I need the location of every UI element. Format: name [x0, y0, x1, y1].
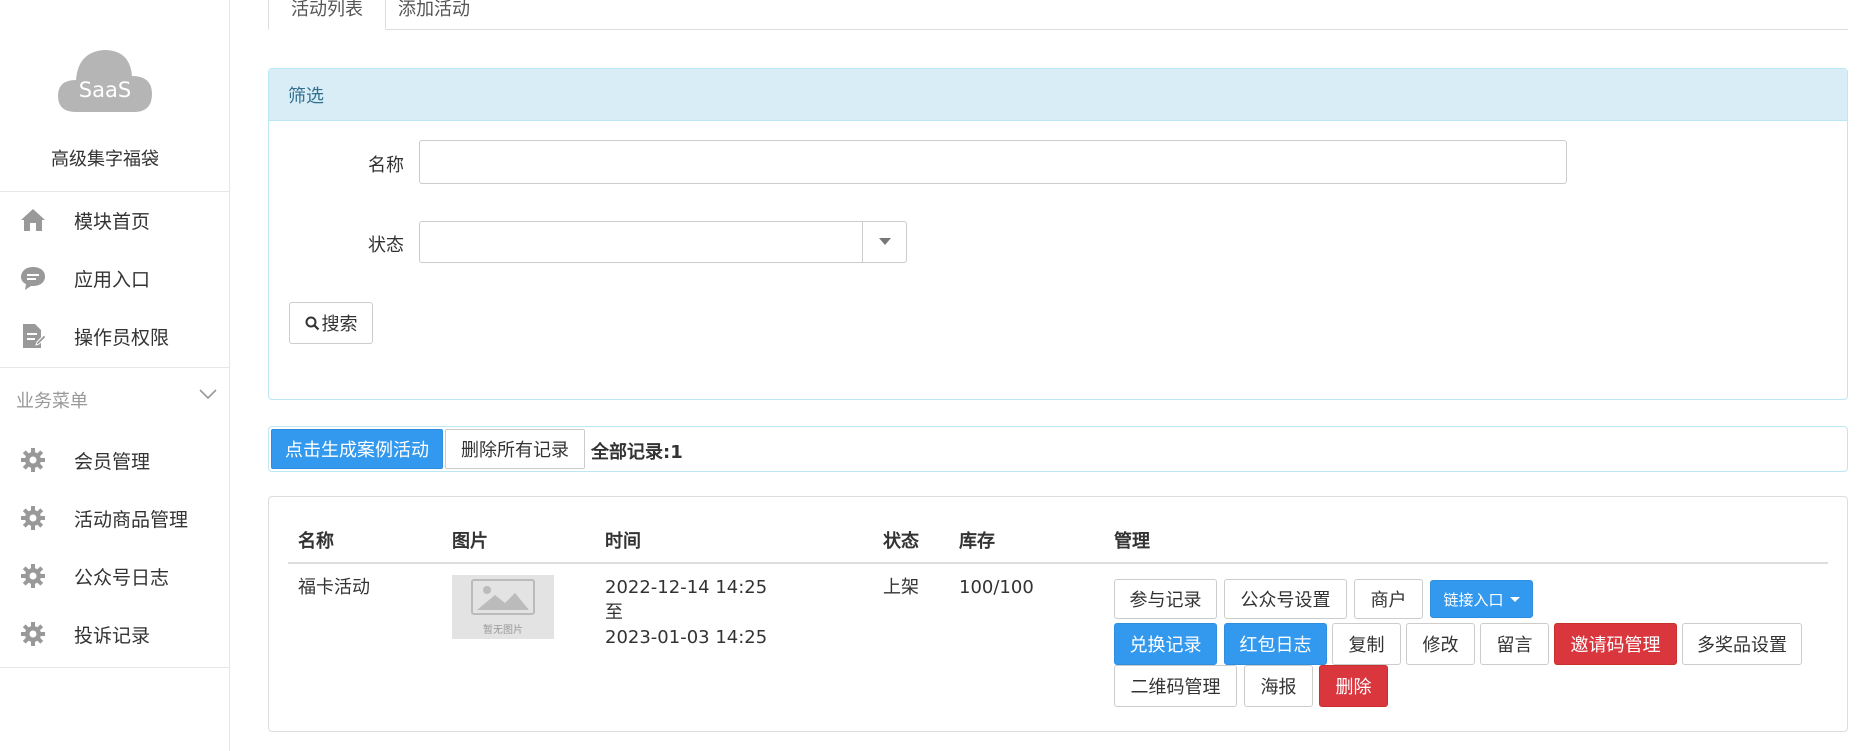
document-edit-icon — [16, 319, 50, 353]
sidebar-item-home[interactable]: 模块首页 — [0, 195, 230, 245]
link-entry-label: 链接入口 — [1443, 590, 1504, 609]
filter-panel: 筛选 名称 状态 搜索 — [268, 68, 1848, 400]
chat-bubble-icon — [16, 261, 50, 295]
main-content: 活动列表 添加活动 筛选 名称 状态 搜索 点击生成案例活动 删除所有记录 全部… — [268, 0, 1848, 751]
sidebar-divider — [0, 667, 230, 668]
sidebar-group-label: 业务菜单 — [16, 391, 88, 412]
sidebar-item-operator-permissions[interactable]: 操作员权限 — [0, 311, 230, 361]
invite-code-management-button[interactable]: 邀请码管理 — [1554, 623, 1677, 665]
tab-add-activity[interactable]: 添加活动 — [376, 0, 492, 30]
caret-down-icon — [862, 222, 906, 262]
row-stock: 100/100 — [959, 577, 1034, 598]
poster-button[interactable]: 海报 — [1244, 665, 1313, 707]
edit-button[interactable]: 修改 — [1406, 623, 1475, 665]
row-time: 2022-12-14 14:25 至 2023-01-03 14:25 — [605, 575, 767, 650]
redemption-records-button[interactable]: 兑换记录 — [1114, 623, 1217, 665]
link-entry-dropdown-button[interactable]: 链接入口 — [1430, 580, 1533, 618]
caret-down-icon — [1509, 596, 1520, 602]
tab-activity-list[interactable]: 活动列表 — [268, 0, 386, 30]
merchant-button[interactable]: 商户 — [1354, 579, 1423, 619]
tab-bar: 活动列表 添加活动 — [268, 0, 1848, 30]
chevron-down-icon — [198, 386, 218, 405]
home-icon — [16, 203, 50, 237]
image-placeholder-text: 暂无图片 — [483, 624, 523, 636]
status-select[interactable] — [419, 221, 907, 263]
sidebar-item-label: 模块首页 — [74, 210, 151, 233]
row-time-separator: 至 — [605, 602, 623, 623]
row-name: 福卡活动 — [298, 577, 370, 598]
row-image: 暂无图片 — [452, 575, 554, 639]
sidebar-item-label: 应用入口 — [74, 268, 151, 291]
row-status: 上架 — [883, 577, 919, 598]
column-header-manage: 管理 — [1114, 531, 1150, 552]
logo-text: SaaS — [78, 78, 132, 102]
name-input[interactable] — [419, 140, 1567, 184]
sidebar-divider — [0, 191, 230, 192]
gear-icon — [16, 559, 50, 593]
official-account-settings-button[interactable]: 公众号设置 — [1224, 579, 1347, 619]
gear-icon — [16, 501, 50, 535]
qr-code-management-button[interactable]: 二维码管理 — [1114, 665, 1237, 707]
search-icon — [305, 316, 320, 331]
column-header-image: 图片 — [452, 531, 488, 552]
multi-prize-settings-button[interactable]: 多奖品设置 — [1682, 623, 1802, 665]
sidebar-item-label: 会员管理 — [74, 450, 151, 473]
participation-records-button[interactable]: 参与记录 — [1114, 579, 1217, 619]
sidebar-item-label: 活动商品管理 — [74, 508, 189, 531]
sidebar-item-label: 操作员权限 — [74, 326, 170, 349]
sidebar-item-official-account-log[interactable]: 公众号日志 — [0, 551, 230, 601]
copy-button[interactable]: 复制 — [1332, 623, 1401, 665]
row-time-start: 2022-12-14 14:25 — [605, 577, 768, 598]
generate-sample-activity-button[interactable]: 点击生成案例活动 — [271, 429, 443, 469]
search-button[interactable]: 搜索 — [289, 302, 373, 344]
column-header-status: 状态 — [883, 531, 919, 552]
sidebar-item-activity-goods[interactable]: 活动商品管理 — [0, 493, 230, 543]
sidebar-divider — [0, 367, 230, 368]
column-header-stock: 库存 — [959, 531, 995, 552]
module-title: 高级集字福袋 — [51, 149, 159, 170]
sidebar-item-member-management[interactable]: 会员管理 — [0, 435, 230, 485]
sidebar: SaaS 高级集字福袋 模块首页 应用入口 操作员权限 业务菜单 会员管理 活动… — [0, 0, 230, 751]
action-bar: 点击生成案例活动 删除所有记录 全部记录:1 — [268, 426, 1848, 472]
sidebar-item-label: 投诉记录 — [74, 624, 151, 647]
search-button-label: 搜索 — [321, 314, 358, 335]
delete-button[interactable]: 删除 — [1319, 665, 1388, 707]
status-label: 状态 — [368, 235, 404, 256]
image-placeholder-icon — [471, 578, 535, 619]
filter-panel-heading: 筛选 — [269, 69, 1847, 121]
activity-table-panel: 名称 图片 时间 状态 库存 管理 福卡活动 暂无图片 2022-12-14 1… — [268, 496, 1848, 732]
sidebar-item-app-entry[interactable]: 应用入口 — [0, 253, 230, 303]
table-header-divider — [288, 562, 1828, 564]
gear-icon — [16, 617, 50, 651]
red-packet-log-button[interactable]: 红包日志 — [1224, 623, 1327, 665]
sidebar-group-business-menu[interactable]: 业务菜单 — [0, 382, 230, 418]
column-header-time: 时间 — [605, 531, 641, 552]
sidebar-item-label: 公众号日志 — [74, 566, 170, 589]
row-time-end: 2023-01-03 14:25 — [605, 627, 768, 648]
logo: SaaS — [0, 36, 230, 116]
sidebar-item-complaints[interactable]: 投诉记录 — [0, 609, 230, 659]
gear-icon — [16, 443, 50, 477]
column-header-name: 名称 — [298, 531, 334, 552]
name-label: 名称 — [368, 155, 404, 176]
total-records-label: 全部记录:1 — [591, 442, 683, 463]
delete-all-records-button[interactable]: 删除所有记录 — [445, 429, 585, 469]
message-button[interactable]: 留言 — [1480, 623, 1549, 665]
